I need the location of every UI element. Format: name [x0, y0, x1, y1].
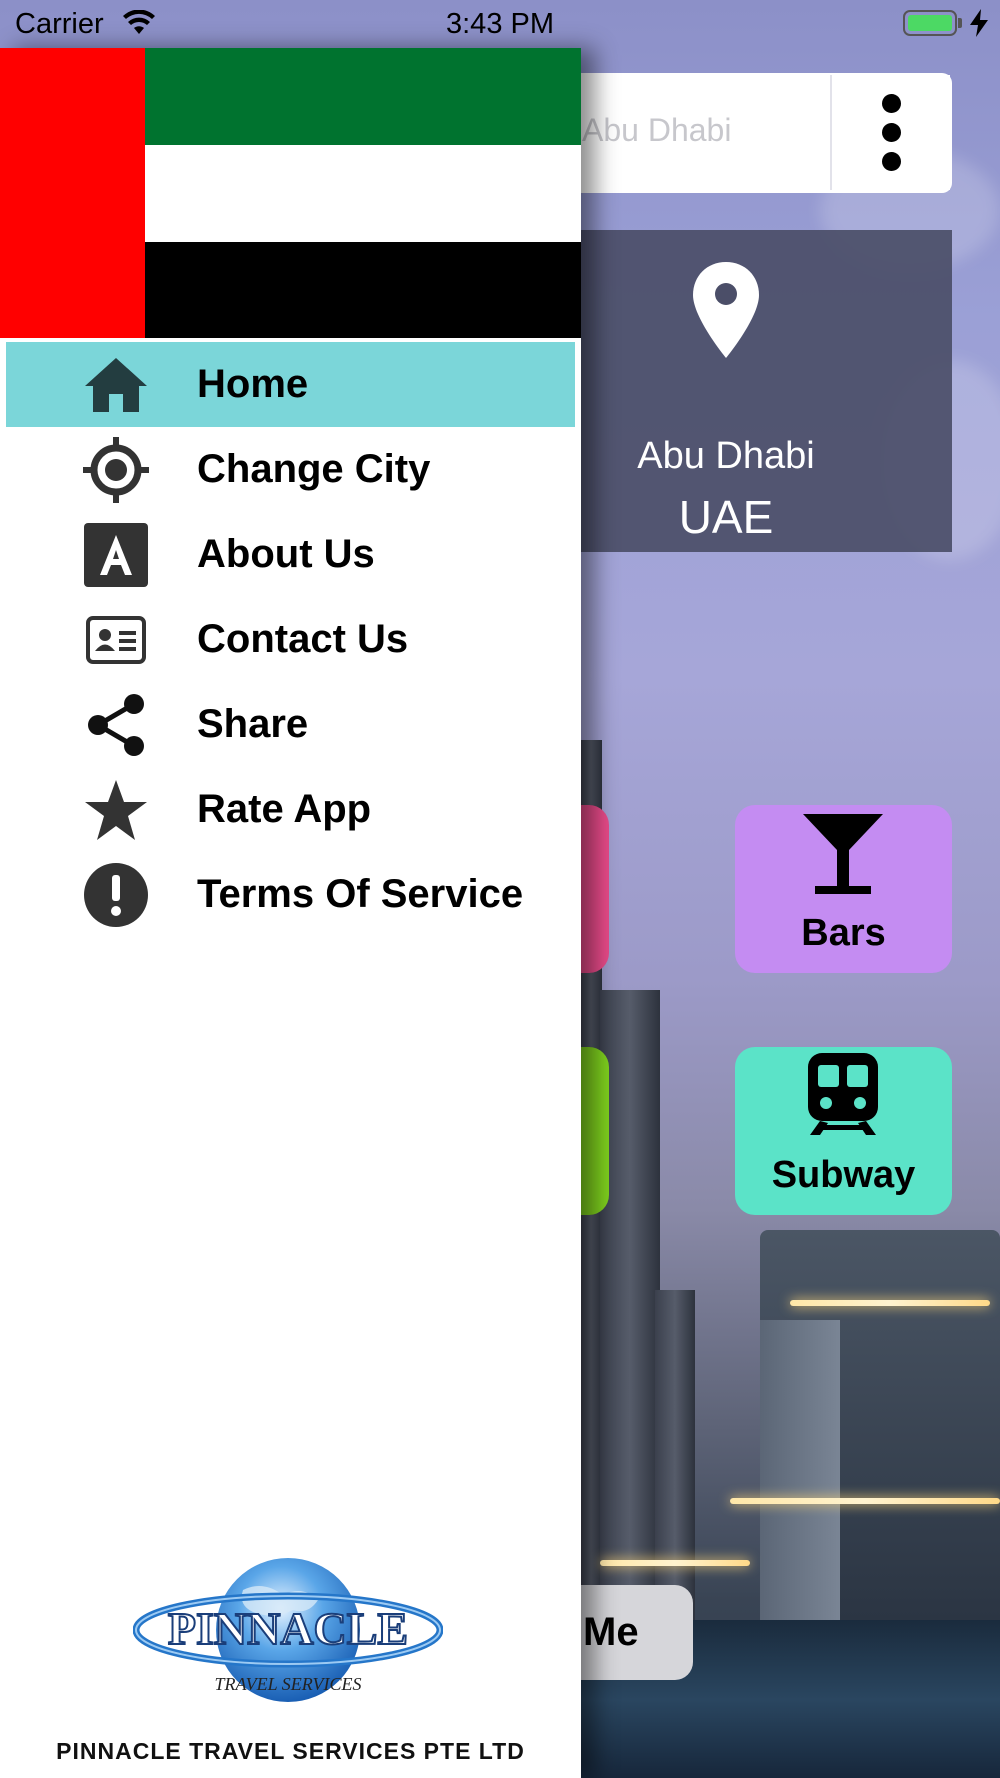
home-icon — [80, 349, 152, 421]
status-time: 3:43 PM — [446, 8, 554, 40]
flag-red-band — [0, 48, 145, 338]
more-vertical-icon-dot — [881, 152, 901, 171]
country-name: UAE — [678, 491, 774, 543]
menu-item-about-us[interactable]: About Us — [0, 512, 581, 597]
building-lights — [730, 1498, 1000, 1504]
location-pin-icon — [693, 262, 759, 358]
flag-black-stripe — [145, 242, 581, 338]
pinnacle-logo: PINNACLE TRAVEL SERVICES — [132, 1550, 444, 1720]
flag-green-stripe — [145, 48, 581, 145]
status-bar: Carrier 3:43 PM — [0, 0, 1000, 48]
star-icon — [80, 774, 152, 846]
tower — [760, 1320, 840, 1620]
building-lights — [790, 1300, 990, 1306]
menu-item-contact-us[interactable]: Contact Us — [0, 597, 581, 682]
uae-flag-header — [0, 48, 581, 338]
battery-icon — [903, 10, 957, 36]
menu-item-label: Contact Us — [197, 617, 409, 661]
drawer-menu: Home Change City About Us Contact Us Sha… — [0, 342, 581, 937]
menu-item-rate-app[interactable]: Rate App — [0, 767, 581, 852]
menu-item-label: About Us — [197, 532, 375, 576]
subway-label: Subway — [771, 1154, 916, 1196]
menu-item-terms-of-service[interactable]: Terms Of Service — [0, 852, 581, 937]
crosshair-icon — [80, 434, 152, 506]
menu-item-label: Share — [197, 702, 309, 746]
contact-card-icon — [80, 604, 152, 676]
subway-tile[interactable]: Subway — [735, 1047, 952, 1215]
more-options-button[interactable] — [830, 75, 950, 190]
menu-item-home[interactable]: Home — [6, 342, 575, 427]
more-vertical-icon-dot — [881, 123, 901, 142]
more-vertical-icon — [881, 94, 901, 113]
share-icon — [80, 689, 152, 761]
city-name: Abu Dhabi — [637, 435, 815, 477]
train-icon — [808, 1053, 878, 1135]
company-name: PINNACLE TRAVEL SERVICES PTE LTD — [56, 1738, 525, 1764]
menu-item-label: Terms Of Service — [197, 872, 524, 916]
menu-item-label: Change City — [197, 447, 431, 491]
letter-a-icon — [80, 519, 152, 591]
cocktail-glass-icon — [803, 814, 883, 894]
menu-item-label: Home — [197, 362, 309, 406]
charging-bolt-icon — [970, 9, 988, 37]
search-field-text[interactable]: Abu Dhabi — [582, 112, 731, 149]
menu-item-change-city[interactable]: Change City — [0, 427, 581, 512]
menu-item-share[interactable]: Share — [0, 682, 581, 767]
logo-tagline-text: TRAVEL SERVICES — [215, 1674, 362, 1694]
bars-tile[interactable]: Bars — [735, 805, 952, 973]
flag-white-stripe — [145, 145, 581, 242]
building-lights — [600, 1560, 750, 1566]
alert-icon — [80, 859, 152, 931]
logo-brand-text: PINNACLE — [168, 1603, 408, 1654]
bars-label: Bars — [801, 912, 886, 954]
side-drawer: Home Change City About Us Contact Us Sha… — [0, 48, 581, 1778]
menu-item-label: Rate App — [197, 787, 372, 831]
tower — [600, 990, 660, 1640]
battery-cap — [958, 18, 962, 28]
near-me-label: Me — [583, 1610, 639, 1654]
